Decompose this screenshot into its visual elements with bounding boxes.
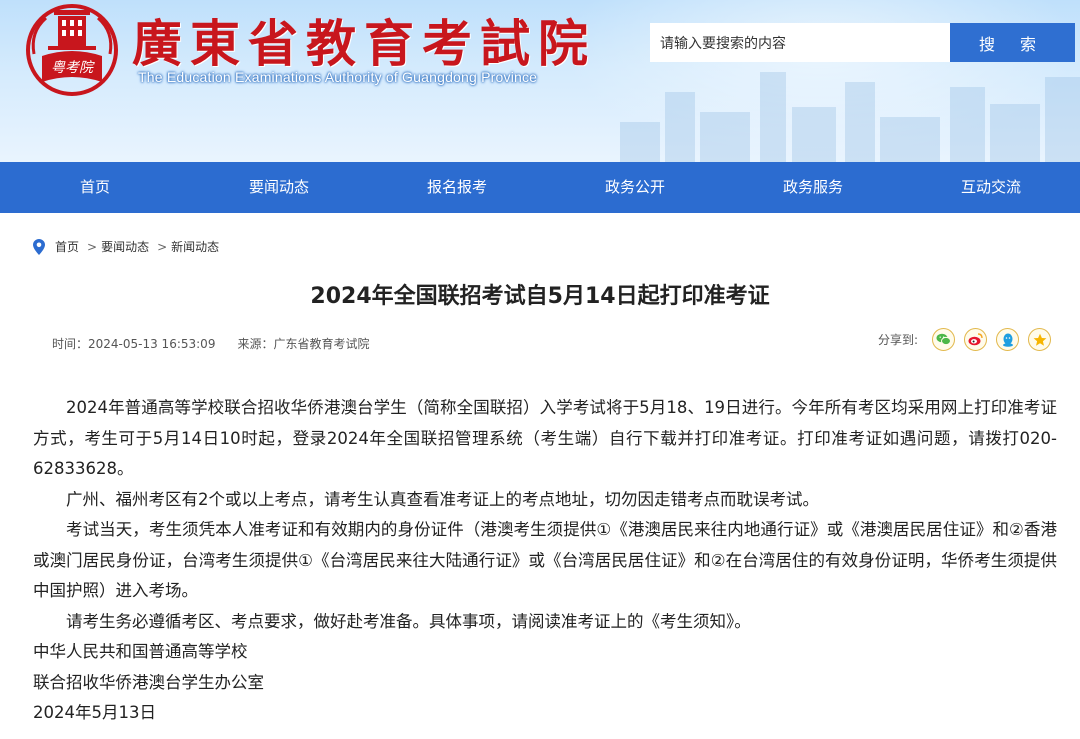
- skyline-building: [792, 107, 836, 162]
- site-subtitle: The Education Examinations Authority of …: [138, 69, 538, 85]
- nav-item-registration[interactable]: 报名报考: [368, 162, 546, 213]
- skyline-building: [760, 72, 786, 162]
- skyline-building: [880, 117, 940, 162]
- article-paragraph: 考试当天，考生须凭本人准考证和有效期内的身份证件（港澳考生须提供①《港澳居民来往…: [33, 520, 1057, 600]
- signature-line: 中华人民共和国普通高等学校: [33, 642, 248, 661]
- skyline-building: [950, 87, 985, 162]
- weibo-icon[interactable]: [964, 328, 988, 351]
- breadcrumb-home[interactable]: 首页: [55, 238, 79, 255]
- article-paragraph: 请考生务必遵循考区、考点要求，做好赴考准备。具体事项，请阅读准考证上的《考生须知…: [66, 611, 751, 631]
- article-time: 时间：2024-05-13 16:53:09: [52, 337, 216, 351]
- location-pin-icon: [33, 238, 45, 255]
- breadcrumb-news-updates[interactable]: 新闻动态: [171, 238, 219, 255]
- breadcrumb: 首页 > 要闻动态 > 新闻动态: [33, 238, 223, 255]
- logo-text: 粤考院: [51, 60, 95, 76]
- nav-item-government-services[interactable]: 政务服务: [724, 162, 902, 213]
- site-title[interactable]: 廣東省教育考試院: [132, 4, 596, 76]
- wechat-icon[interactable]: [932, 328, 956, 351]
- article-paragraph: 广州、福州考区有2个或以上考点，请考生认真查看准考证上的考点地址，切勿因走错考点…: [66, 489, 819, 509]
- nav-item-public-affairs[interactable]: 政务公开: [546, 162, 724, 213]
- share-bar: 分享到:: [878, 328, 1060, 351]
- main-nav: 首页 要闻动态 报名报考 政务公开 政务服务 互动交流: [0, 162, 1080, 213]
- skyline-building: [665, 92, 695, 162]
- share-label: 分享到:: [878, 333, 919, 347]
- breadcrumb-news[interactable]: 要闻动态: [101, 238, 149, 255]
- nav-item-news[interactable]: 要闻动态: [190, 162, 368, 213]
- nav-item-home[interactable]: 首页: [0, 162, 190, 213]
- search-input[interactable]: [650, 23, 950, 62]
- article-meta: 时间：2024-05-13 16:53:09 来源：广东省教育考试院: [52, 335, 369, 352]
- article-body: 2024年普通高等学校联合招收华侨港澳台学生（简称全国联招）入学考试将于5月18…: [33, 393, 1057, 729]
- article-source: 来源：广东省教育考试院: [237, 337, 370, 351]
- site-logo-emblem[interactable]: 粤考院: [24, 2, 120, 98]
- nav-item-interaction[interactable]: 互动交流: [902, 162, 1080, 213]
- breadcrumb-separator: >: [157, 239, 168, 254]
- article-paragraph: 2024年普通高等学校联合招收华侨港澳台学生（简称全国联招）入学考试将于5月18…: [33, 398, 1057, 478]
- skyline-building: [1045, 77, 1080, 162]
- qzone-icon[interactable]: [1028, 328, 1052, 351]
- site-header: 粤考院 廣東省教育考試院 The Education Examinations …: [0, 0, 1080, 162]
- breadcrumb-separator: >: [87, 239, 98, 254]
- skyline-building: [700, 112, 750, 162]
- skyline-building: [845, 82, 875, 162]
- signature-line: 联合招收华侨港澳台学生办公室: [33, 672, 264, 692]
- qq-icon[interactable]: [996, 328, 1020, 351]
- search-button[interactable]: 搜 索: [950, 23, 1075, 62]
- signature-date: 2024年5月13日: [33, 703, 156, 722]
- skyline-building: [620, 122, 660, 162]
- article-title: 2024年全国联招考试自5月14日起打印准考证: [310, 284, 770, 309]
- skyline-building: [990, 104, 1040, 162]
